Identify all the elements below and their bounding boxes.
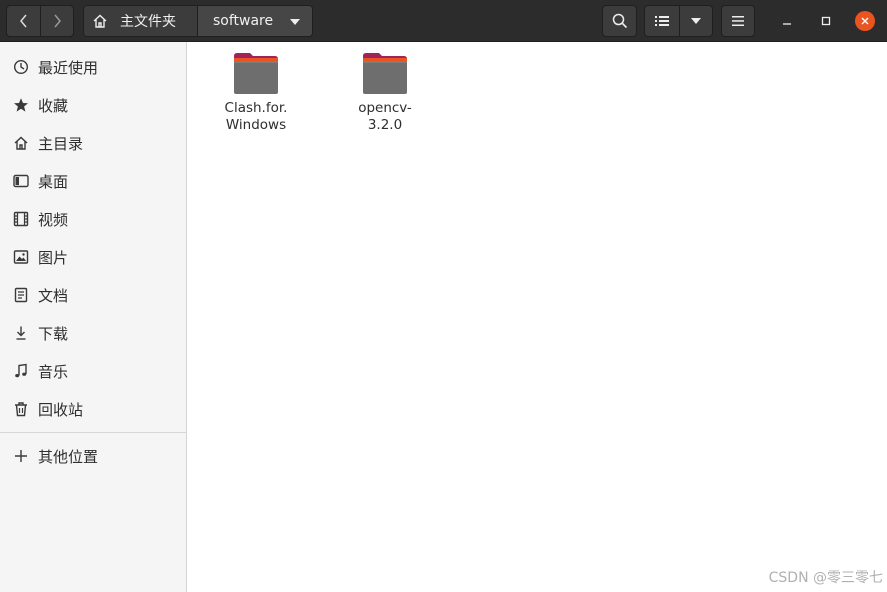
sidebar-item-music[interactable]: 音乐 (0, 353, 186, 389)
hamburger-menu-icon (732, 16, 744, 26)
document-icon (12, 286, 30, 304)
sidebar-item-home[interactable]: 主目录 (0, 125, 186, 161)
chevron-left-icon (19, 14, 27, 28)
sidebar-separator (0, 432, 186, 433)
back-button[interactable] (6, 5, 40, 37)
triangle-down-icon (290, 19, 300, 25)
sidebar-item-label: 下载 (38, 324, 69, 343)
sidebar-item-label: 最近使用 (38, 58, 99, 77)
sidebar: 最近使用 收藏 主目录 桌面 视频 图片 文档 下载 音乐 回收站 其他位置 (0, 42, 187, 592)
triangle-down-icon (691, 18, 701, 24)
file-name-line-2: 3.2.0 (367, 117, 403, 133)
sidebar-item-label: 收藏 (38, 96, 69, 115)
sidebar-item-starred[interactable]: 收藏 (0, 87, 186, 123)
sidebar-item-label: 视频 (38, 210, 69, 229)
maximize-button[interactable] (816, 11, 836, 31)
minimize-icon (783, 23, 791, 25)
clock-icon (12, 58, 30, 76)
minimize-button[interactable] (777, 11, 797, 31)
file-name: opencv- 3.2.0 (335, 100, 435, 134)
sidebar-item-documents[interactable]: 文档 (0, 277, 186, 313)
sidebar-item-label: 主目录 (38, 134, 84, 153)
breadcrumb-current[interactable]: software (198, 6, 312, 36)
watermark-text: CSDN @零三零七 (768, 570, 883, 586)
breadcrumb-current-label: software (213, 13, 274, 29)
forward-button[interactable] (40, 5, 74, 37)
file-name-line-1: opencv- (358, 100, 412, 116)
file-name-line-1: Clash.for. (224, 100, 288, 116)
home-icon (12, 134, 30, 152)
maximize-icon (821, 16, 831, 26)
sidebar-item-label: 桌面 (38, 172, 69, 191)
list-view-button[interactable] (644, 5, 679, 37)
breadcrumb-home-label: 主文件夹 (120, 14, 176, 30)
folder-item[interactable]: opencv- 3.2.0 (335, 52, 435, 134)
sidebar-item-trash[interactable]: 回收站 (0, 391, 186, 427)
trash-icon (12, 400, 30, 418)
folder-icon (363, 53, 407, 94)
search-icon (612, 13, 627, 29)
close-button[interactable] (855, 11, 875, 31)
chevron-right-icon (54, 14, 61, 28)
view-options-button[interactable] (679, 5, 713, 37)
sidebar-item-label: 回收站 (38, 400, 84, 419)
image-icon (12, 248, 30, 266)
folder-item[interactable]: Clash.for. Windows (206, 52, 306, 134)
sidebar-item-label: 文档 (38, 286, 69, 305)
star-icon (12, 96, 30, 114)
sidebar-item-pictures[interactable]: 图片 (0, 239, 186, 275)
sidebar-item-desktop[interactable]: 桌面 (0, 163, 186, 199)
sidebar-item-downloads[interactable]: 下载 (0, 315, 186, 351)
sidebar-item-label: 其他位置 (38, 447, 99, 466)
menu-button[interactable] (721, 5, 755, 37)
plus-icon (12, 447, 30, 465)
sidebar-item-recent[interactable]: 最近使用 (0, 49, 186, 85)
path-bar: 主文件夹 software (83, 5, 313, 37)
file-name-line-2: Windows (225, 117, 287, 133)
film-icon (12, 210, 30, 228)
home-icon (93, 14, 107, 28)
breadcrumb-home[interactable]: 主文件夹 (84, 6, 198, 36)
desktop-icon (12, 172, 30, 190)
music-icon (12, 362, 30, 380)
sidebar-item-other-locations[interactable]: 其他位置 (0, 438, 186, 474)
sidebar-item-label: 音乐 (38, 362, 69, 381)
folder-icon (234, 53, 278, 94)
list-view-icon (655, 16, 669, 26)
search-button[interactable] (602, 5, 637, 37)
sidebar-item-label: 图片 (38, 248, 69, 267)
header-bar: 主文件夹 software (0, 0, 887, 42)
file-name: Clash.for. Windows (206, 100, 306, 134)
close-icon (861, 17, 869, 25)
file-view: Clash.for. Windows opencv- 3.2.0 CSDN @零… (188, 42, 887, 592)
sidebar-item-videos[interactable]: 视频 (0, 201, 186, 237)
download-icon (12, 324, 30, 342)
